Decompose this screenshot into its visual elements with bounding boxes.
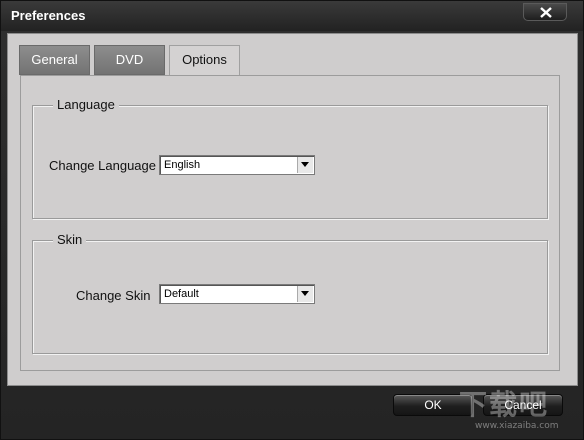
language-select-value: English [164, 159, 201, 171]
watermark: 下载吧 [459, 388, 550, 421]
language-group-title: Language [53, 97, 119, 112]
language-select[interactable]: English [159, 155, 315, 175]
title-bar: Preferences [1, 1, 583, 31]
language-dropdown-button[interactable] [297, 157, 313, 173]
preferences-window: Preferences General DVD Options Language… [0, 0, 584, 440]
tab-options-label: Options [182, 52, 227, 67]
skin-dropdown-button[interactable] [297, 286, 313, 302]
skin-group-title: Skin [53, 232, 87, 247]
watermark-url: www.xiazaiba.com [475, 421, 559, 431]
change-language-label: Change Language [49, 158, 156, 173]
tab-options[interactable]: Options [169, 45, 240, 76]
tab-dvd[interactable]: DVD [94, 45, 165, 75]
options-tab-page: Language Change Language English Skin Ch… [20, 75, 560, 371]
ok-button-label: OK [424, 398, 442, 412]
tab-dvd-label: DVD [115, 52, 144, 67]
chevron-down-icon [301, 291, 309, 296]
skin-group: Skin Change Skin Default [32, 232, 548, 354]
change-skin-label: Change Skin [76, 288, 151, 303]
chevron-down-icon [301, 162, 309, 167]
close-icon [540, 7, 552, 18]
language-group: Language Change Language English [32, 97, 548, 219]
settings-panel: General DVD Options Language Change Lang… [7, 33, 578, 386]
skin-select[interactable]: Default [159, 284, 315, 304]
skin-select-value: Default [164, 288, 199, 300]
tab-general[interactable]: General [19, 45, 90, 75]
tab-general-label: General [31, 52, 78, 67]
close-button[interactable] [523, 3, 567, 21]
window-title: Preferences [11, 8, 86, 23]
